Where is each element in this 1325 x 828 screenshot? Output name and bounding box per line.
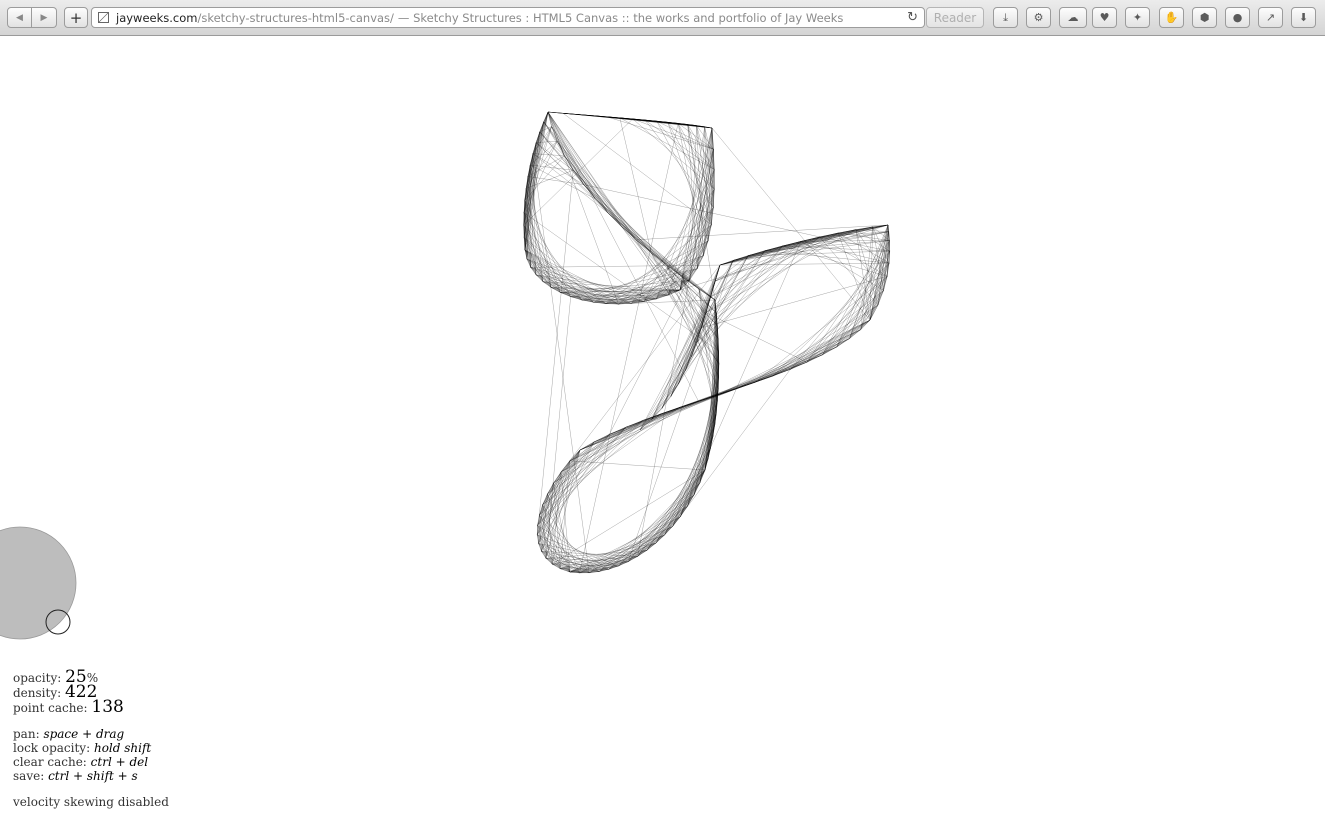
hud-panel: opacity: 25% density: 422 point cache: 1… [13, 669, 169, 810]
lightbulb-button[interactable]: ● [1225, 7, 1250, 28]
share-icon: ↗ [1265, 11, 1276, 24]
cache-readout: point cache: 138 [13, 697, 124, 717]
wand-button[interactable]: ✦ [1125, 7, 1150, 28]
downloads-icon: ⬇ [1298, 11, 1309, 24]
page-title: — Sketchy Structures : HTML5 Canvas :: t… [397, 10, 844, 25]
back-button[interactable]: ◀ [7, 7, 32, 28]
forward-button[interactable]: ▶ [32, 7, 57, 28]
page-icon [98, 12, 109, 23]
lock-shortcut: lock opacity: hold shift [13, 741, 152, 755]
url-domain: jayweeks.com [116, 10, 198, 25]
plus-icon: + [69, 8, 83, 27]
pan-shortcut: pan: space + drag [13, 727, 125, 741]
stats-block: opacity: 25% density: 422 point cache: 1… [13, 669, 169, 717]
reload-icon[interactable]: ↻ [907, 10, 918, 25]
structure-lines [523, 111, 891, 574]
download-icon: ⤓ [1003, 10, 1008, 24]
sketch-drawing [0, 111, 891, 640]
pocket-icon: ♥ [1099, 11, 1110, 24]
lightbulb-icon: ● [1232, 11, 1243, 24]
puzzle-button[interactable]: ✋ [1159, 7, 1184, 28]
forward-icon: ▶ [40, 12, 48, 23]
reader-button[interactable]: Reader [926, 7, 984, 28]
url-path: /sketchy-structures-html5-canvas/ [197, 10, 394, 25]
downloads-button[interactable]: ⬇ [1291, 7, 1316, 28]
back-icon: ◀ [16, 12, 23, 23]
shield-button[interactable]: ⬢ [1192, 7, 1217, 28]
status-text: velocity skewing disabled [13, 795, 169, 809]
gear-button[interactable]: ⚙ [1026, 7, 1051, 28]
browser-toolbar: ◀ ▶ + jayweeks.com/sketchy-structures-ht… [0, 0, 1325, 36]
address-bar[interactable]: jayweeks.com/sketchy-structures-html5-ca… [91, 7, 925, 28]
new-tab-button[interactable]: + [64, 7, 88, 28]
clear-shortcut: clear cache: ctrl + del [13, 755, 149, 769]
cloud-button[interactable]: ☁ [1059, 7, 1087, 28]
nav-buttons: ◀ ▶ [7, 7, 57, 28]
share-button[interactable]: ↗ [1258, 7, 1283, 28]
download-button[interactable]: ⤓ [993, 7, 1018, 28]
pocket-button[interactable]: ♥ [1092, 7, 1117, 28]
shield-icon: ⬢ [1199, 11, 1210, 24]
wand-icon: ✦ [1132, 11, 1143, 24]
shortcuts-block: pan: space + drag lock opacity: hold shi… [13, 727, 169, 783]
cloud-icon: ☁ [1067, 11, 1079, 24]
brush-size-circle [0, 526, 77, 640]
drawing-canvas[interactable] [0, 36, 1325, 828]
save-shortcut: save: ctrl + shift + s [13, 769, 138, 783]
puzzle-icon: ✋ [1164, 11, 1179, 24]
gear-icon: ⚙ [1033, 11, 1044, 24]
cache-value: 138 [91, 697, 124, 717]
